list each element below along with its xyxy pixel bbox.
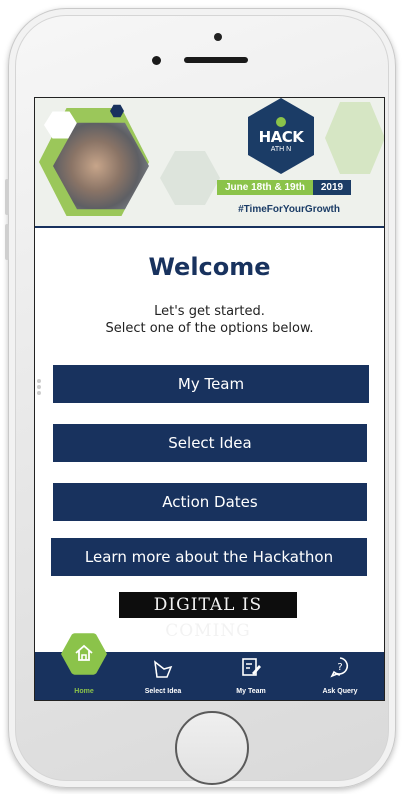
volume-up-button (5, 179, 9, 215)
tab-select-idea-label[interactable]: Select Idea (133, 688, 193, 695)
edit-icon[interactable] (231, 656, 271, 683)
my-team-button[interactable]: My Team (53, 365, 369, 403)
home-icon[interactable] (64, 642, 104, 669)
drag-handle[interactable] (37, 377, 43, 397)
event-hashtag: #TimeForYourGrowth (238, 204, 340, 215)
lightbulb-icon (276, 117, 286, 127)
subtitle-line-2: Select one of the options below. (105, 321, 314, 336)
decor-hex-light (160, 151, 220, 205)
select-idea-button[interactable]: Select Idea (53, 424, 367, 462)
tab-ask-query-label[interactable]: Ask Query (310, 688, 370, 695)
event-banner: HACK ATH N June 18th & 19th 2019 #TimeFo… (35, 98, 384, 228)
tab-home-label[interactable]: Home (54, 688, 114, 695)
front-camera (214, 33, 222, 41)
event-year: 2019 (313, 180, 351, 195)
subtitle-line-1: Let's get started. (154, 304, 265, 319)
event-dates: June 18th & 19th (217, 180, 313, 195)
decor-hex-light-2 (325, 102, 384, 174)
app-screen: HACK ATH N June 18th & 19th 2019 #TimeFo… (34, 97, 385, 701)
idea-icon[interactable] (143, 659, 183, 686)
digital-is-coming-logo: DIGITAL IS COMING (119, 592, 297, 641)
banner-divider (35, 226, 384, 228)
svg-text:?: ? (337, 662, 342, 673)
page-title: Welcome (148, 253, 271, 281)
earpiece-speaker (184, 57, 248, 63)
sensor-dot (152, 56, 161, 65)
tab-my-team-label[interactable]: My Team (221, 688, 281, 695)
home-hardware-button[interactable] (175, 711, 249, 785)
logo-subtext: ATH N (270, 146, 292, 153)
question-icon[interactable]: ? (320, 656, 360, 683)
action-dates-button[interactable]: Action Dates (53, 483, 367, 521)
logo-text: HACK (258, 128, 304, 146)
learn-more-button[interactable]: Learn more about the Hackathon (51, 538, 367, 576)
volume-down-button (5, 224, 9, 260)
